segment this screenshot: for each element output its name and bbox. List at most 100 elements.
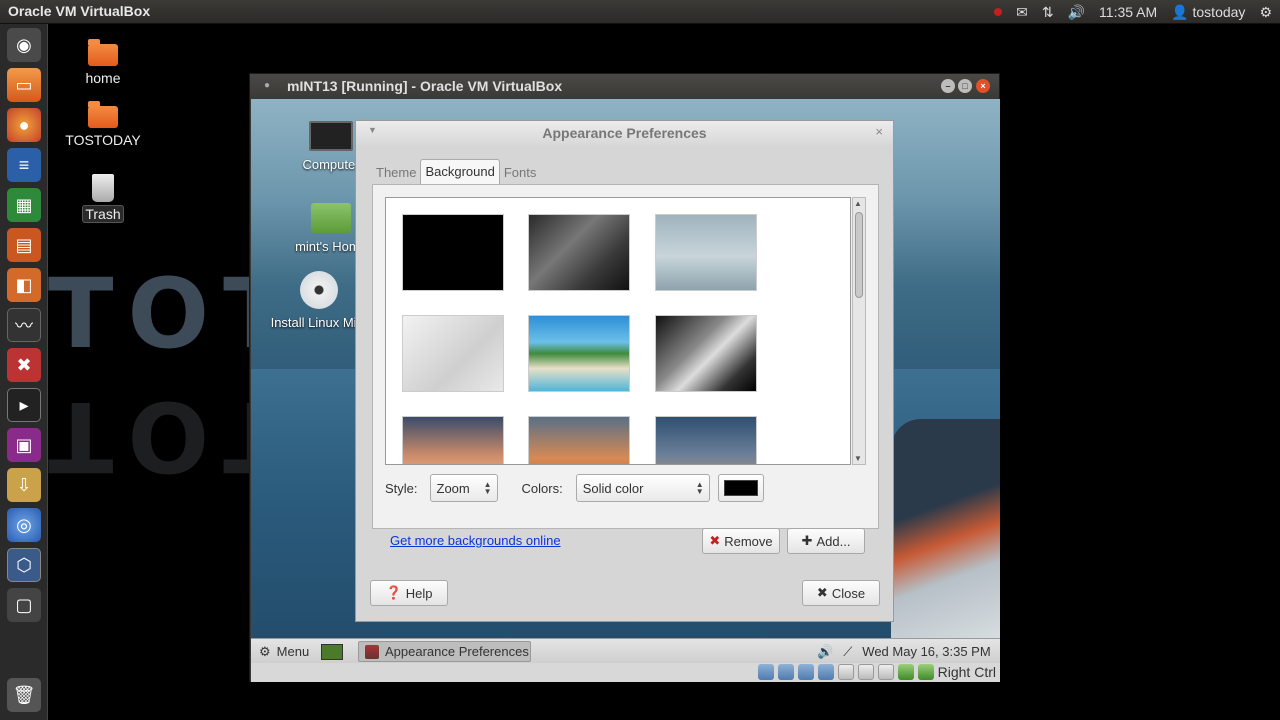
add-button[interactable]: ✚ Add...: [787, 528, 865, 554]
workspace-button[interactable]: ▢: [7, 588, 41, 622]
style-select[interactable]: Zoom ▲ ▼: [429, 474, 498, 502]
impress-button[interactable]: ▤: [7, 228, 41, 262]
home-folder-icon: [311, 203, 351, 233]
calc-button[interactable]: ▦: [7, 188, 41, 222]
guest-bottom-panel: ⚙ Menu Appearance Preferences 🔊 ⟋ Wed Ma…: [251, 638, 1000, 663]
desktop-icon-label: home: [85, 70, 121, 86]
archive-button[interactable]: ⇩: [7, 468, 41, 502]
remove-button[interactable]: ✖ Remove: [702, 528, 780, 554]
help-button[interactable]: ❓ Help: [370, 580, 448, 606]
computer-icon: [309, 121, 353, 151]
minimize-icon[interactable]: –: [941, 79, 955, 93]
archive-icon: ⇩: [16, 474, 32, 495]
dialog-title: Appearance Preferences: [542, 125, 707, 141]
shared-folders-icon[interactable]: [837, 664, 854, 680]
terminal-icon: ▸: [19, 394, 29, 415]
wallpaper-thumb[interactable]: [528, 214, 630, 291]
launcher: ◉ ▭ ● ≡ ▦ ▤ ◧ 〰 ✖ ▸ ▣ ⇩ ◎ ⬡ ▢ 🗑: [0, 24, 48, 720]
guest-menu-button[interactable]: ⚙ Menu: [259, 639, 309, 664]
wallpaper-thumb[interactable]: [402, 416, 504, 464]
wallpaper-thumb[interactable]: [528, 315, 630, 392]
appearance-dialog: ▼ Appearance Preferences × Theme Backgro…: [355, 120, 894, 622]
display-icon[interactable]: [857, 664, 874, 680]
video-capture-icon[interactable]: [877, 664, 894, 680]
host-key-label: Right Ctrl: [937, 664, 996, 680]
tab-background[interactable]: Background: [420, 159, 500, 185]
add-label: Add...: [816, 533, 851, 549]
remove-icon: ✖: [709, 533, 721, 548]
trash-launcher-button[interactable]: 🗑: [7, 678, 41, 712]
network-icon[interactable]: ⟋: [843, 644, 852, 660]
host-app-title: Oracle VM VirtualBox: [8, 3, 151, 19]
chromium-button[interactable]: ◎: [7, 508, 41, 542]
gallery-scrollbar[interactable]: ▲ ▼: [852, 197, 866, 465]
writer-button[interactable]: ≡: [7, 148, 41, 182]
wallpaper-thumb[interactable]: [402, 315, 504, 392]
volume-icon[interactable]: 🔊: [1068, 4, 1085, 21]
tab-theme[interactable]: Theme: [372, 160, 420, 185]
wallpaper-thumb[interactable]: [655, 315, 757, 392]
wallpaper-thumb[interactable]: [402, 214, 504, 291]
mouse-integration-icon[interactable]: [917, 664, 934, 680]
maximize-icon[interactable]: □: [958, 79, 972, 93]
software-center-button[interactable]: ◧: [7, 268, 41, 302]
taskbar-label: Appearance Preferences: [385, 644, 529, 659]
desktop-icon-trash[interactable]: Trash: [58, 174, 148, 223]
close-icon: ✖: [816, 585, 828, 600]
dialog-titlebar[interactable]: ▼ Appearance Preferences ×: [356, 121, 893, 145]
tab-fonts[interactable]: Fonts: [500, 160, 541, 185]
style-label: Style:: [385, 480, 418, 496]
taskbar-appearance-preferences[interactable]: Appearance Preferences: [358, 641, 531, 662]
color-picker-button[interactable]: [717, 474, 764, 502]
network-adapter-icon[interactable]: [817, 664, 834, 680]
volume-icon[interactable]: 🔊: [817, 644, 833, 660]
workspace-icon: ▢: [15, 594, 33, 615]
scrollbar-thumb[interactable]: [855, 212, 863, 298]
firefox-button[interactable]: ●: [7, 108, 41, 142]
host-user[interactable]: 👤 tostoday: [1171, 4, 1245, 21]
usb-icon[interactable]: [797, 664, 814, 680]
scroll-up-icon[interactable]: ▲: [854, 199, 862, 208]
desktop-icon-home[interactable]: home: [58, 39, 148, 86]
system-monitor-button[interactable]: 〰: [7, 308, 41, 342]
desktop-icon-label: Trash: [82, 205, 124, 223]
dash-button[interactable]: ◉: [7, 28, 41, 62]
desktop-icon-tostoday[interactable]: TOSTODAY: [58, 101, 148, 148]
hard-disk-icon[interactable]: [757, 664, 774, 680]
chromium-icon: ◎: [16, 514, 32, 535]
settings-button[interactable]: ✖: [7, 348, 41, 382]
wallpaper-thumb[interactable]: [528, 416, 630, 464]
document-icon: ≡: [18, 154, 30, 175]
files-button[interactable]: ▭: [7, 68, 41, 102]
wallpaper-thumb[interactable]: [655, 214, 757, 291]
monitor-graph-icon: 〰: [15, 316, 33, 336]
colors-select[interactable]: Solid color ▲ ▼: [575, 474, 710, 502]
close-label: Close: [831, 585, 866, 601]
wallpaper-thumb[interactable]: [655, 416, 757, 464]
scroll-down-icon[interactable]: ▼: [854, 454, 862, 463]
style-value: Zoom: [436, 480, 470, 496]
host-clock[interactable]: 11:35 AM: [1099, 4, 1157, 20]
media-icon: ▣: [15, 434, 33, 455]
virtualbox-button[interactable]: ⬡: [7, 548, 41, 582]
show-desktop-button[interactable]: [321, 639, 343, 664]
network-icon[interactable]: ⇅: [1042, 4, 1054, 21]
guest-datetime[interactable]: Wed May 16, 3:35 PM: [862, 644, 990, 659]
virtualization-icon[interactable]: [897, 664, 914, 680]
close-button[interactable]: ✖ Close: [802, 580, 880, 606]
more-backgrounds-link[interactable]: Get more backgrounds online: [390, 533, 561, 548]
window-menu-icon[interactable]: ●: [264, 80, 270, 91]
virtualbox-titlebar[interactable]: ● mINT13 [Running] - Oracle VM VirtualBo…: [250, 74, 999, 99]
optical-drive-icon[interactable]: [777, 664, 794, 680]
guest-icon-install[interactable]: Install Linux Mint: [269, 271, 369, 330]
close-icon[interactable]: ×: [976, 79, 990, 93]
guest-menu-label: Menu: [276, 644, 310, 659]
mail-icon[interactable]: ✉: [1016, 4, 1028, 21]
menu-gear-icon: ⚙: [259, 643, 271, 659]
dialog-close-icon[interactable]: ×: [875, 124, 883, 139]
screenshot-button[interactable]: ▣: [7, 428, 41, 462]
gear-icon[interactable]: ⚙: [1259, 4, 1272, 21]
spinner-arrows-icon: ▲ ▼: [695, 480, 704, 496]
firefox-icon: ●: [18, 114, 30, 135]
terminal-button[interactable]: ▸: [7, 388, 41, 422]
